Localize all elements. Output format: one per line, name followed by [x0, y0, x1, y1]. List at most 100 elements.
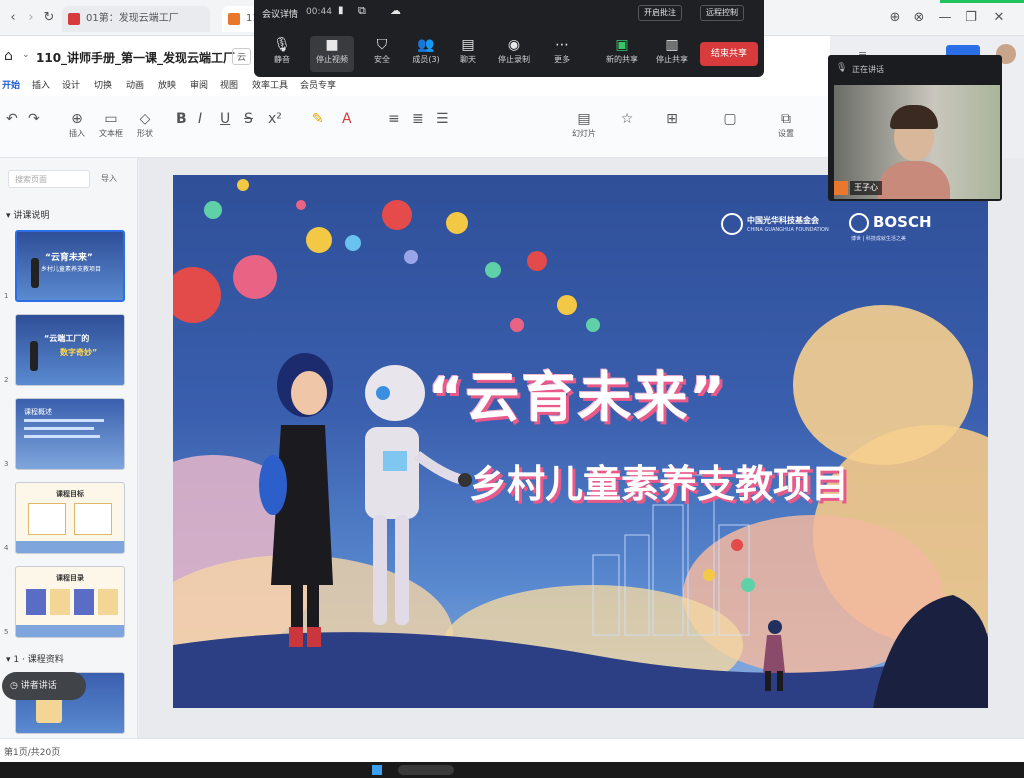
browser-tab-2[interactable]: 11	[222, 6, 256, 32]
remote-control-button[interactable]: 远程控制	[700, 5, 744, 21]
thumb-subtitle: 数字奇妙”	[60, 348, 98, 357]
settings-button[interactable]: ⧉ 设置	[766, 110, 806, 139]
doc-chip[interactable]: 云	[232, 48, 252, 65]
back-icon[interactable]: ‹	[4, 9, 22, 27]
card	[50, 589, 70, 615]
underline-icon[interactable]: U	[220, 110, 230, 128]
members-button[interactable]: 👥 成员(3)	[404, 36, 448, 72]
slide-thumb-4[interactable]: 课程目标	[15, 482, 125, 554]
menu-start[interactable]: 开始	[2, 78, 20, 91]
thumb-title: 课程目录	[56, 574, 84, 582]
more-button[interactable]: ⋯ 更多	[540, 36, 584, 72]
frame-button[interactable]: ▢	[710, 110, 750, 128]
import-button[interactable]: 导入	[92, 170, 126, 188]
security-label: 安全	[374, 55, 390, 64]
menu-slideshow[interactable]: 放映	[158, 78, 176, 91]
person-body	[878, 161, 950, 199]
slide-layout-button[interactable]: ▤ 幻灯片	[566, 110, 602, 139]
arrange-button[interactable]: ⊞	[652, 110, 692, 128]
meeting-title[interactable]: 会议详情	[262, 7, 298, 20]
participant-video-tile[interactable]: 🎙 正在讲话 王子心	[828, 55, 1002, 201]
textbox-button[interactable]: ▭ 文本框	[96, 110, 126, 139]
people-icon: 👥	[417, 37, 435, 53]
chat-button[interactable]: ▤ 聊天	[446, 36, 490, 72]
align-right-icon[interactable]: ☰	[436, 110, 449, 128]
slide-number: 2	[4, 376, 9, 384]
align-center-icon[interactable]: ≣	[412, 110, 424, 128]
meeting-control-bar: 会议详情 00:44 ▮ ⧉ ☁ 开启批注 远程控制 🎙 静音 ■ 停止视频 ⛉ 安全…	[254, 0, 764, 77]
menu-insert[interactable]: 插入	[32, 78, 50, 91]
menu-transition[interactable]: 切换	[94, 78, 112, 91]
undo-icon[interactable]: ↶	[6, 110, 18, 128]
minimize-icon[interactable]: —	[936, 9, 954, 27]
security-button[interactable]: ⛉ 安全	[360, 36, 404, 72]
reload-icon[interactable]: ↻	[40, 9, 58, 27]
card	[74, 589, 94, 615]
section-label: 1 · 课程资料	[13, 655, 64, 665]
slide-search-input[interactable]: 搜索页面	[8, 170, 90, 188]
video-label: 停止视频	[316, 55, 348, 64]
record-button[interactable]: ◉ 停止录制	[492, 36, 536, 72]
share-indicator	[940, 0, 1024, 3]
slide-number: 3	[4, 460, 9, 468]
star-icon[interactable]: ☆	[612, 110, 642, 128]
strikethrough-icon[interactable]: S	[244, 110, 253, 128]
chevron-down-icon[interactable]: ⌄	[22, 50, 30, 60]
font-color-icon[interactable]: A	[342, 110, 352, 128]
clock-icon: ◷	[10, 681, 21, 691]
card	[98, 589, 118, 615]
forward-icon[interactable]: ›	[22, 9, 40, 27]
section-header-2[interactable]: ▾ 1 · 课程资料	[6, 652, 64, 665]
voice-chip[interactable]: ◷ 讲者讲话	[2, 672, 86, 700]
pause-share-button[interactable]: ▥ 停止共享	[650, 36, 694, 72]
menu-animation[interactable]: 动画	[126, 78, 144, 91]
new-share-button[interactable]: ▣ 新的共享	[600, 36, 644, 72]
insert-button[interactable]: ⊕ 插入	[62, 110, 92, 139]
menu-design[interactable]: 设计	[62, 78, 80, 91]
slide-thumb-3[interactable]: 课程概述	[15, 398, 125, 470]
menu-efficiency[interactable]: 效率工具	[252, 78, 288, 91]
slide-thumb-1[interactable]: “云育未来” 乡村儿童素养支教项目	[15, 230, 125, 302]
speaking-status: 正在讲话	[852, 65, 884, 74]
document-title[interactable]: 110_讲师手册_第一课_发现云端工厂	[36, 49, 235, 66]
bold-icon[interactable]: B	[176, 110, 187, 128]
end-share-button[interactable]: 结束共享	[700, 42, 758, 66]
mute-button[interactable]: 🎙 静音	[260, 36, 304, 72]
close-icon[interactable]: ✕	[990, 9, 1008, 27]
section-header-1[interactable]: ▾ 讲课说明	[6, 208, 49, 221]
page-indicator: 第1页/共20页	[4, 748, 61, 758]
menu-member[interactable]: 会员专享	[300, 78, 336, 91]
redo-icon[interactable]: ↷	[28, 110, 40, 128]
slide-number: 5	[4, 628, 9, 636]
slide-thumb-5[interactable]: 课程目录	[15, 566, 125, 638]
record-icon: ◉	[507, 37, 521, 53]
video-button[interactable]: ■ 停止视频	[310, 36, 354, 72]
menu-review[interactable]: 审阅	[190, 78, 208, 91]
browser-tab-1[interactable]: 01第：发现云端工厂	[62, 6, 210, 32]
italic-icon[interactable]: I	[198, 110, 202, 128]
align-left-icon[interactable]: ≡	[388, 110, 400, 128]
bosch-logo-text: BOSCH	[873, 213, 932, 231]
popout-icon[interactable]: ⧉	[358, 4, 366, 18]
shape-button[interactable]: ◇ 形状	[130, 110, 160, 139]
annotate-button[interactable]: 开启批注	[638, 5, 682, 21]
home-icon[interactable]: ⌂	[4, 48, 13, 64]
highlight-icon[interactable]: ✎	[312, 110, 324, 128]
slide-subtitle: 乡村儿童素养支教项目	[469, 462, 850, 506]
slide-thumb-2[interactable]: “云端工厂的 数字奇妙”	[15, 314, 125, 386]
superscript-icon[interactable]: x²	[268, 110, 282, 128]
windows-start-icon[interactable]	[372, 765, 382, 775]
current-slide[interactable]: 中国光华科技基金会 CHINA GUANGHUA FOUNDATION BOSC…	[173, 175, 988, 708]
translate-icon[interactable]: ⊗	[910, 9, 928, 27]
signal-icon: ▮	[338, 5, 344, 16]
download-icon[interactable]: ⊕	[886, 9, 904, 27]
card	[74, 503, 112, 535]
restore-icon[interactable]: ❐	[962, 9, 980, 27]
menu-view[interactable]: 视图	[220, 78, 238, 91]
taskbar-search[interactable]	[398, 765, 454, 775]
cloud-icon[interactable]: ☁	[390, 4, 401, 17]
slide-sidebar: 搜索页面 导入 ▾ 讲课说明 1 “云育未来” 乡村儿童素养支教项目 2 “云端…	[0, 158, 138, 738]
slide-illustration	[173, 179, 988, 708]
slide-number: 1	[4, 292, 9, 300]
section-label: 讲课说明	[13, 211, 50, 221]
